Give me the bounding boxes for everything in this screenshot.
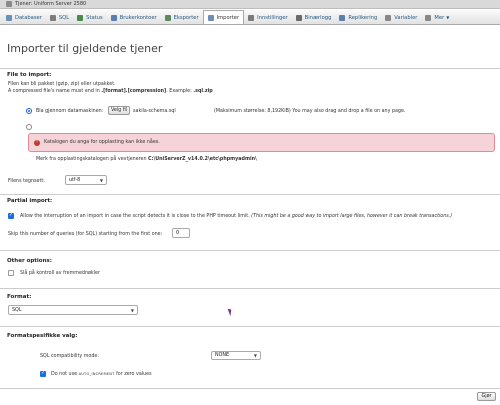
allow-interrupt-checkbox[interactable] [8, 212, 14, 219]
tab-importer[interactable]: Importer [202, 10, 245, 24]
variables-icon [385, 14, 392, 21]
chevron-down-icon: ▼ [446, 15, 450, 20]
foreign-key-label: Slå på kontroll av fremmednøkler [20, 271, 100, 276]
section-divider [0, 326, 500, 327]
error-message: ! Katalogen du anga for opplasting kan i… [28, 133, 495, 152]
compat-mode-select[interactable]: NONE ▼ [211, 351, 261, 360]
choose-file-button[interactable]: Velg fil [108, 106, 130, 115]
chevron-down-icon: ▼ [253, 353, 257, 358]
charset-label: Filens tegnsett: [8, 179, 45, 184]
top-breadcrumb-bar: Tjener: Uniform Server 2580 [0, 0, 500, 9]
breadcrumb[interactable]: Tjener: Uniform Server 2580 [15, 1, 86, 7]
auto-zero-checkbox[interactable] [40, 370, 46, 377]
main-tabs: Databaser SQL Status Brukerkontoer Ekspo… [0, 10, 500, 25]
section-divider [0, 288, 500, 289]
auto-zero-label: Do not use AUTO_INCREMENT for zero value… [51, 372, 152, 377]
format-options-title: Formatspesifikke valg: [7, 333, 78, 339]
browse-radio[interactable] [26, 108, 32, 114]
tab-databaser[interactable]: Databaser [2, 11, 46, 24]
error-icon: ! [34, 139, 40, 146]
upload-dir-note: Merk fra opplastingskatalogen på vevtjen… [36, 157, 257, 162]
database-icon [6, 14, 12, 21]
browse-label: Bla gjennom datamaskinen: [36, 109, 104, 114]
page-title: Importer til gjeldende tjener [7, 42, 163, 55]
other-options-title: Other options: [7, 258, 52, 264]
file-import-compression-note: A compressed file's name must end in .[f… [8, 89, 213, 94]
server-icon [6, 1, 12, 7]
foreign-key-checkbox[interactable] [8, 270, 14, 276]
export-icon [164, 14, 171, 21]
format-select[interactable]: SQL ▼ [8, 305, 138, 315]
binlog-icon [295, 14, 302, 21]
chevron-down-icon: ▼ [130, 307, 134, 313]
chevron-down-icon: ▼ [99, 177, 103, 183]
settings-icon [248, 14, 255, 21]
tab-replikering[interactable]: Replikering [335, 11, 381, 24]
tab-status[interactable]: Status [73, 11, 107, 24]
replication-icon [339, 14, 346, 21]
section-divider [0, 68, 500, 69]
mouse-cursor [227, 307, 234, 317]
tab-sql[interactable]: SQL [46, 11, 73, 24]
file-import-title: File to import: [7, 72, 52, 78]
section-divider [0, 250, 500, 251]
tab-innstillinger[interactable]: Innstillinger [244, 11, 292, 24]
skip-queries-label: Skip this number of queries (for SQL) st… [8, 232, 163, 237]
tab-eksporter[interactable]: Eksporter [161, 11, 203, 24]
submit-button[interactable]: Gjør [477, 392, 496, 401]
status-icon [77, 14, 84, 21]
section-divider [0, 194, 500, 195]
tab-binaerlogg[interactable]: Binærlogg [292, 11, 336, 24]
upload-dir-radio[interactable] [26, 124, 32, 130]
charset-select[interactable]: utf-8 ▼ [65, 175, 107, 185]
allow-interrupt-label: Allow the interruption of an import in c… [20, 214, 453, 219]
sql-icon [49, 14, 56, 21]
max-size-note: (Maksimum størrelse: 8,192KiB) You may a… [214, 109, 406, 114]
section-divider [0, 388, 500, 389]
more-icon [425, 14, 432, 21]
format-title: Format: [7, 294, 32, 300]
tab-mer[interactable]: Mer ▼ [421, 11, 453, 24]
import-icon [207, 14, 214, 21]
users-icon [110, 14, 117, 21]
tab-brukerkontoer[interactable]: Brukerkontoer [107, 11, 161, 24]
file-import-desc: Filen kan bli pakket (gzip, zip) eller u… [8, 82, 116, 87]
compat-mode-label: SQL compatibility mode: [40, 354, 99, 359]
skip-queries-input[interactable]: 0 [172, 228, 190, 238]
tab-variabler[interactable]: Variabler [381, 11, 421, 24]
chosen-file-name: sakila-schema.sql [133, 109, 176, 114]
partial-import-title: Partial import: [7, 198, 53, 204]
